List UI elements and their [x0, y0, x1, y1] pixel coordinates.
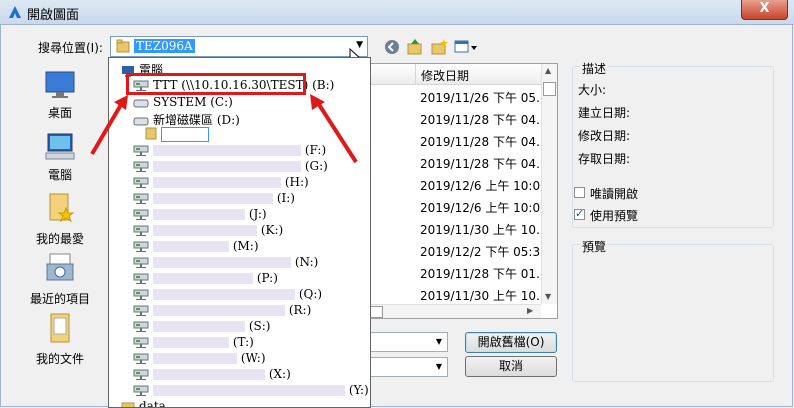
- annotation-arrows: [90, 94, 358, 164]
- right-arrow-icon: [310, 94, 358, 164]
- left-arrow-icon: [90, 95, 128, 156]
